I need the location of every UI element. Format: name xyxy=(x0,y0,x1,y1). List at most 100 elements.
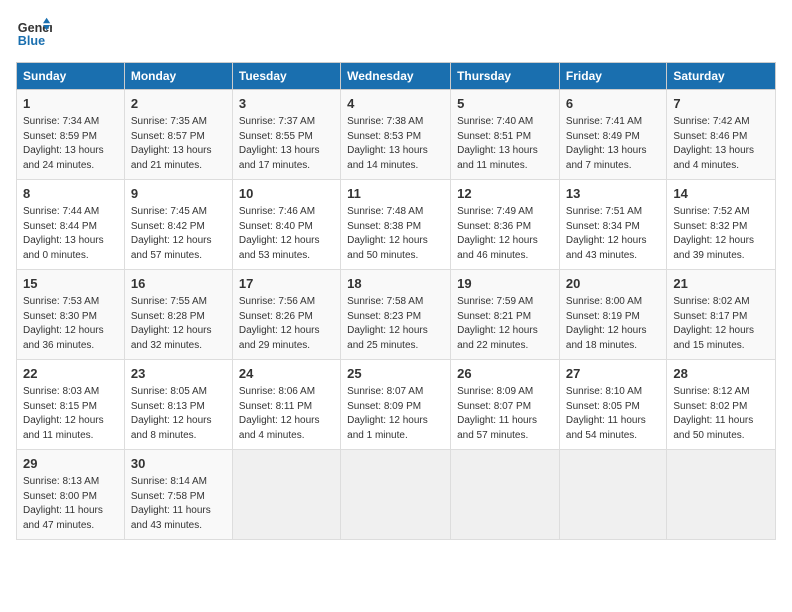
calendar-cell: 6 Sunrise: 7:41 AM Sunset: 8:49 PM Daylig… xyxy=(559,90,666,180)
logo-icon: General Blue xyxy=(16,16,52,52)
day-detail: Sunrise: 7:37 AM Sunset: 8:55 PM Dayligh… xyxy=(239,115,334,173)
day-detail: Sunrise: 8:06 AM Sunset: 8:11 PM Dayligh… xyxy=(239,385,334,443)
day-detail: Sunrise: 7:48 AM Sunset: 8:38 PM Dayligh… xyxy=(347,205,444,263)
day-number: 4 xyxy=(347,95,444,113)
day-detail: Sunrise: 7:45 AM Sunset: 8:42 PM Dayligh… xyxy=(131,205,226,263)
week-row-5: 29Sunrise: 8:13 AM Sunset: 8:00 PM Dayli… xyxy=(17,450,776,540)
day-number: 3 xyxy=(239,95,334,113)
calendar-cell: 19Sunrise: 7:59 AM Sunset: 8:21 PM Dayli… xyxy=(451,270,560,360)
day-detail: Sunrise: 7:38 AM Sunset: 8:53 PM Dayligh… xyxy=(347,115,444,173)
day-number: 18 xyxy=(347,275,444,293)
day-detail: Sunrise: 8:09 AM Sunset: 8:07 PM Dayligh… xyxy=(457,385,553,443)
day-number: 9 xyxy=(131,185,226,203)
day-number: 1 xyxy=(23,95,118,113)
day-number: 7 xyxy=(673,95,769,113)
calendar-cell xyxy=(667,450,776,540)
svg-text:Blue: Blue xyxy=(18,34,45,48)
day-detail: Sunrise: 8:02 AM Sunset: 8:17 PM Dayligh… xyxy=(673,295,769,353)
calendar-table: SundayMondayTuesdayWednesdayThursdayFrid… xyxy=(16,62,776,540)
day-number: 13 xyxy=(566,185,660,203)
week-row-2: 8 Sunrise: 7:44 AM Sunset: 8:44 PM Daylig… xyxy=(17,180,776,270)
day-detail: Sunrise: 7:58 AM Sunset: 8:23 PM Dayligh… xyxy=(347,295,444,353)
calendar-cell: 18 Sunrise: 7:58 AM Sunset: 8:23 PM Dayli… xyxy=(341,270,451,360)
calendar-cell: 24 Sunrise: 8:06 AM Sunset: 8:11 PM Dayli… xyxy=(232,360,340,450)
week-row-3: 15Sunrise: 7:53 AM Sunset: 8:30 PM Dayli… xyxy=(17,270,776,360)
day-number: 25 xyxy=(347,365,444,383)
calendar-cell: 12 Sunrise: 7:49 AM Sunset: 8:36 PM Dayli… xyxy=(451,180,560,270)
calendar-cell xyxy=(451,450,560,540)
day-number: 14 xyxy=(673,185,769,203)
day-detail: Sunrise: 7:42 AM Sunset: 8:46 PM Dayligh… xyxy=(673,115,769,173)
calendar-cell: 1 Sunrise: 7:34 AM Sunset: 8:59 PM Daylig… xyxy=(17,90,125,180)
day-detail: Sunrise: 7:49 AM Sunset: 8:36 PM Dayligh… xyxy=(457,205,553,263)
calendar-cell: 9 Sunrise: 7:45 AM Sunset: 8:42 PM Daylig… xyxy=(124,180,232,270)
day-detail: Sunrise: 7:56 AM Sunset: 8:26 PM Dayligh… xyxy=(239,295,334,353)
calendar-cell: 15Sunrise: 7:53 AM Sunset: 8:30 PM Dayli… xyxy=(17,270,125,360)
calendar-cell: 4 Sunrise: 7:38 AM Sunset: 8:53 PM Daylig… xyxy=(341,90,451,180)
day-detail: Sunrise: 7:46 AM Sunset: 8:40 PM Dayligh… xyxy=(239,205,334,263)
col-header-friday: Friday xyxy=(559,63,666,90)
day-number: 11 xyxy=(347,185,444,203)
col-header-sunday: Sunday xyxy=(17,63,125,90)
calendar-cell: 21 Sunrise: 8:02 AM Sunset: 8:17 PM Dayli… xyxy=(667,270,776,360)
day-detail: Sunrise: 8:07 AM Sunset: 8:09 PM Dayligh… xyxy=(347,385,444,443)
calendar-cell: 3 Sunrise: 7:37 AM Sunset: 8:55 PM Daylig… xyxy=(232,90,340,180)
day-detail: Sunrise: 8:00 AM Sunset: 8:19 PM Dayligh… xyxy=(566,295,660,353)
day-number: 8 xyxy=(23,185,118,203)
day-number: 23 xyxy=(131,365,226,383)
calendar-cell: 11 Sunrise: 7:48 AM Sunset: 8:38 PM Dayli… xyxy=(341,180,451,270)
day-detail: Sunrise: 7:53 AM Sunset: 8:30 PM Dayligh… xyxy=(23,295,118,353)
day-detail: Sunrise: 7:35 AM Sunset: 8:57 PM Dayligh… xyxy=(131,115,226,173)
logo: General Blue xyxy=(16,16,52,52)
calendar-cell: 16 Sunrise: 7:55 AM Sunset: 8:28 PM Dayli… xyxy=(124,270,232,360)
day-number: 27 xyxy=(566,365,660,383)
calendar-cell: 13Sunrise: 7:51 AM Sunset: 8:34 PM Dayli… xyxy=(559,180,666,270)
calendar-cell xyxy=(559,450,666,540)
calendar-cell: 7 Sunrise: 7:42 AM Sunset: 8:46 PM Daylig… xyxy=(667,90,776,180)
day-detail: Sunrise: 7:41 AM Sunset: 8:49 PM Dayligh… xyxy=(566,115,660,173)
day-detail: Sunrise: 8:12 AM Sunset: 8:02 PM Dayligh… xyxy=(673,385,769,443)
calendar-cell: 22Sunrise: 8:03 AM Sunset: 8:15 PM Dayli… xyxy=(17,360,125,450)
col-header-thursday: Thursday xyxy=(451,63,560,90)
calendar-cell: 5Sunrise: 7:40 AM Sunset: 8:51 PM Daylig… xyxy=(451,90,560,180)
calendar-cell xyxy=(232,450,340,540)
calendar-cell: 20 Sunrise: 8:00 AM Sunset: 8:19 PM Dayli… xyxy=(559,270,666,360)
day-number: 22 xyxy=(23,365,118,383)
day-number: 16 xyxy=(131,275,226,293)
week-row-1: 1 Sunrise: 7:34 AM Sunset: 8:59 PM Daylig… xyxy=(17,90,776,180)
day-number: 12 xyxy=(457,185,553,203)
day-detail: Sunrise: 8:13 AM Sunset: 8:00 PM Dayligh… xyxy=(23,475,118,533)
day-number: 26 xyxy=(457,365,553,383)
header-row: SundayMondayTuesdayWednesdayThursdayFrid… xyxy=(17,63,776,90)
day-number: 17 xyxy=(239,275,334,293)
calendar-cell: 29Sunrise: 8:13 AM Sunset: 8:00 PM Dayli… xyxy=(17,450,125,540)
day-detail: Sunrise: 7:55 AM Sunset: 8:28 PM Dayligh… xyxy=(131,295,226,353)
calendar-cell: 23 Sunrise: 8:05 AM Sunset: 8:13 PM Dayli… xyxy=(124,360,232,450)
day-number: 24 xyxy=(239,365,334,383)
col-header-wednesday: Wednesday xyxy=(341,63,451,90)
day-number: 20 xyxy=(566,275,660,293)
day-detail: Sunrise: 8:14 AM Sunset: 7:58 PM Dayligh… xyxy=(131,475,226,533)
col-header-monday: Monday xyxy=(124,63,232,90)
day-number: 28 xyxy=(673,365,769,383)
day-number: 21 xyxy=(673,275,769,293)
col-header-saturday: Saturday xyxy=(667,63,776,90)
day-number: 10 xyxy=(239,185,334,203)
day-detail: Sunrise: 7:59 AM Sunset: 8:21 PM Dayligh… xyxy=(457,295,553,353)
calendar-cell: 28 Sunrise: 8:12 AM Sunset: 8:02 PM Dayli… xyxy=(667,360,776,450)
day-detail: Sunrise: 8:05 AM Sunset: 8:13 PM Dayligh… xyxy=(131,385,226,443)
day-detail: Sunrise: 7:44 AM Sunset: 8:44 PM Dayligh… xyxy=(23,205,118,263)
day-number: 2 xyxy=(131,95,226,113)
calendar-cell: 10 Sunrise: 7:46 AM Sunset: 8:40 PM Dayli… xyxy=(232,180,340,270)
calendar-cell: 17 Sunrise: 7:56 AM Sunset: 8:26 PM Dayli… xyxy=(232,270,340,360)
calendar-cell: 27Sunrise: 8:10 AM Sunset: 8:05 PM Dayli… xyxy=(559,360,666,450)
calendar-cell: 30Sunrise: 8:14 AM Sunset: 7:58 PM Dayli… xyxy=(124,450,232,540)
day-number: 6 xyxy=(566,95,660,113)
day-detail: Sunrise: 7:34 AM Sunset: 8:59 PM Dayligh… xyxy=(23,115,118,173)
col-header-tuesday: Tuesday xyxy=(232,63,340,90)
calendar-cell: 25 Sunrise: 8:07 AM Sunset: 8:09 PM Dayli… xyxy=(341,360,451,450)
calendar-cell: 2 Sunrise: 7:35 AM Sunset: 8:57 PM Daylig… xyxy=(124,90,232,180)
day-detail: Sunrise: 7:40 AM Sunset: 8:51 PM Dayligh… xyxy=(457,115,553,173)
calendar-cell: 8 Sunrise: 7:44 AM Sunset: 8:44 PM Daylig… xyxy=(17,180,125,270)
calendar-cell: 14Sunrise: 7:52 AM Sunset: 8:32 PM Dayli… xyxy=(667,180,776,270)
